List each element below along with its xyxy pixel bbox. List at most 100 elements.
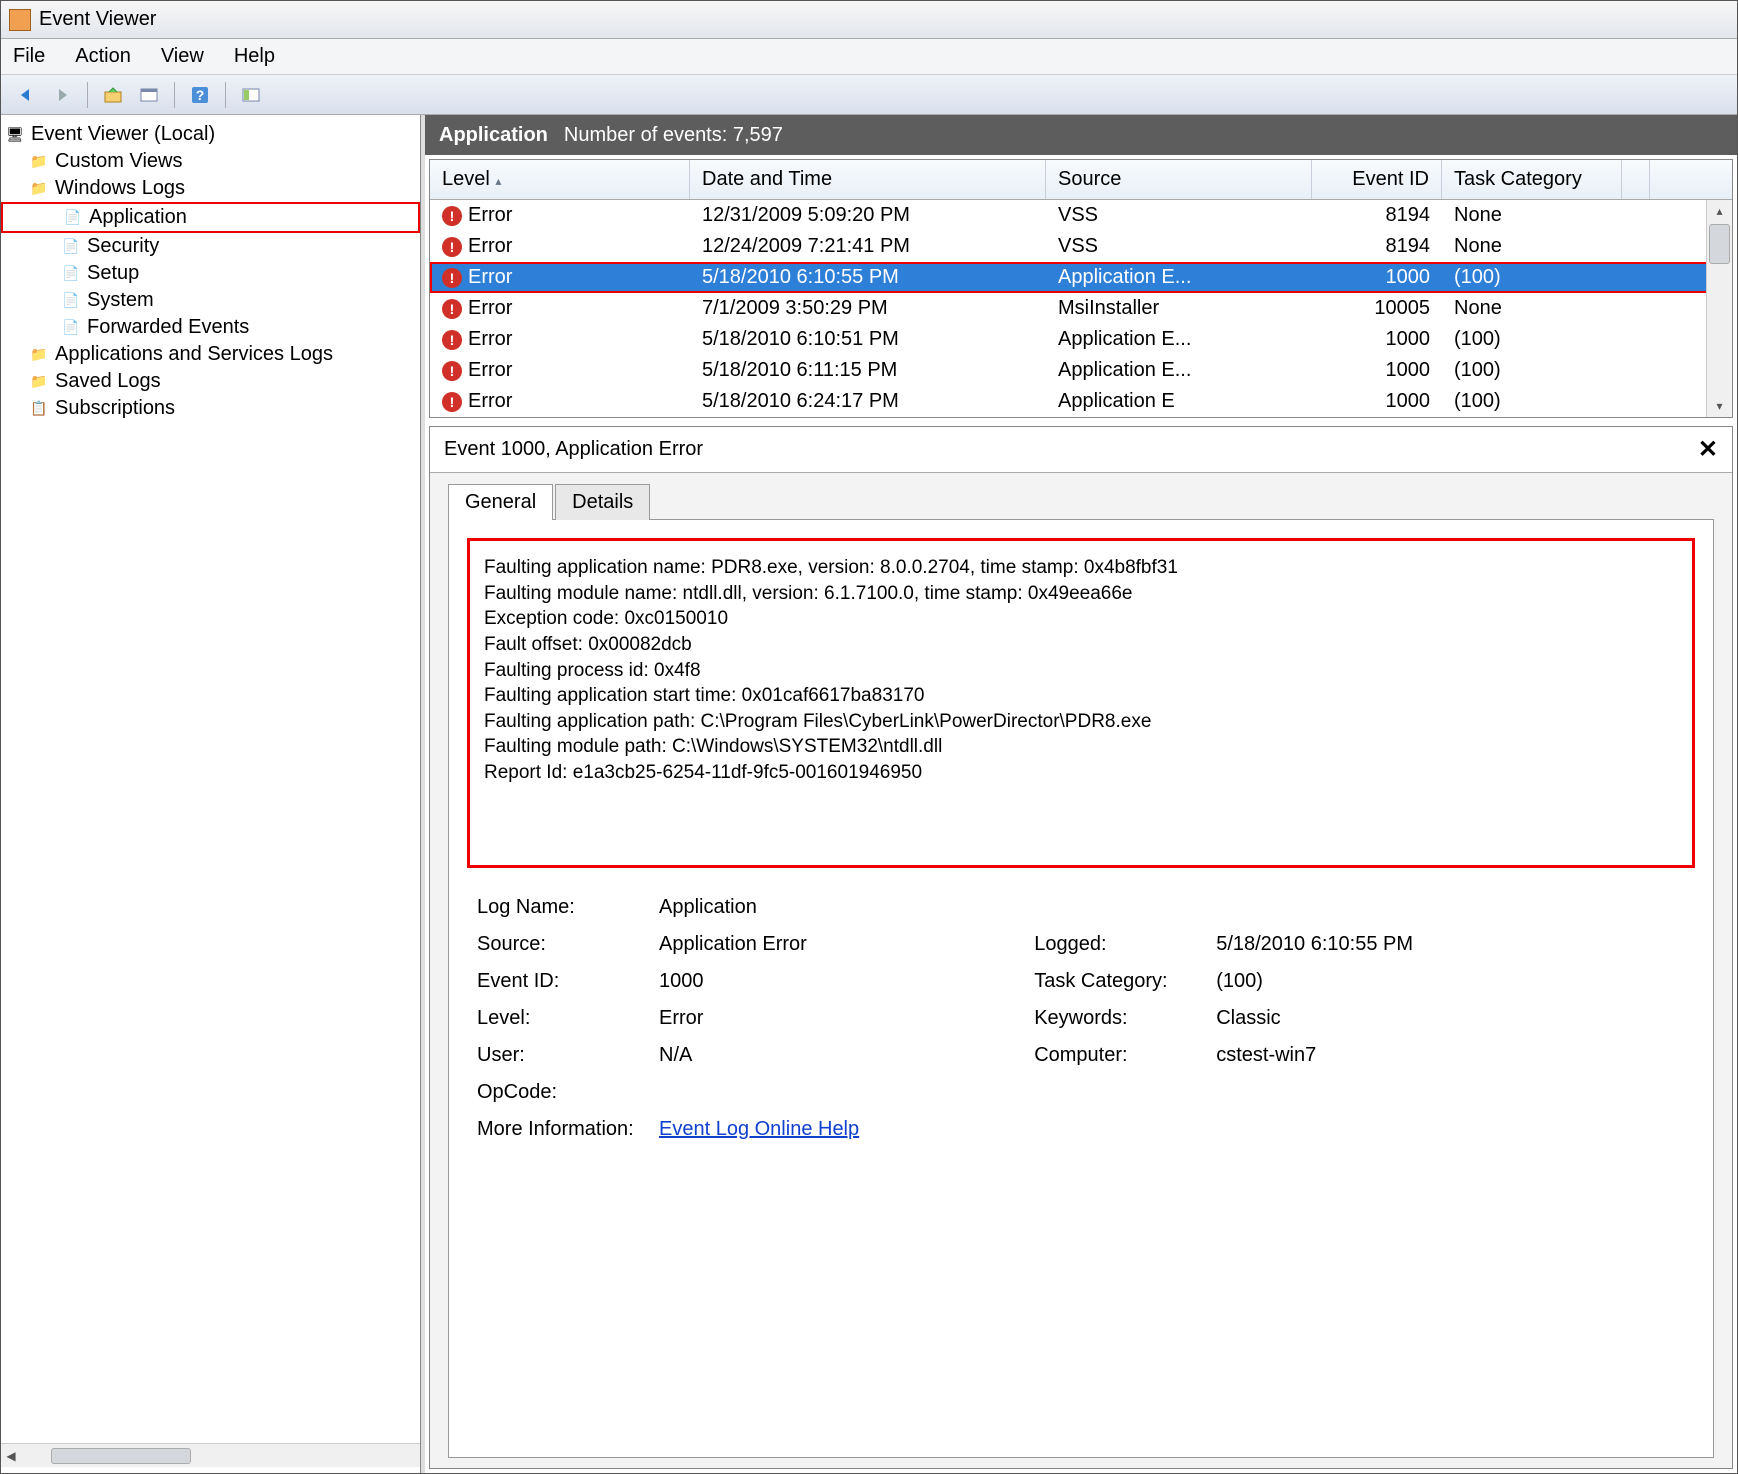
- grid-count: Number of events: 7,597: [564, 124, 783, 147]
- lbl-logname: Log Name:: [469, 890, 649, 925]
- lbl-user: User:: [469, 1038, 649, 1073]
- col-eventid[interactable]: Event ID: [1312, 160, 1442, 199]
- tree-saved-logs[interactable]: 📁Saved Logs: [1, 368, 420, 395]
- menu-view[interactable]: View: [161, 45, 204, 68]
- subscriptions-icon: 📋: [29, 399, 49, 419]
- menu-file[interactable]: File: [13, 45, 45, 68]
- error-icon: !: [442, 330, 462, 350]
- more-info-link[interactable]: Event Log Online Help: [659, 1118, 859, 1140]
- tree-application[interactable]: 📄Application: [1, 202, 420, 233]
- close-icon[interactable]: ✕: [1698, 435, 1718, 464]
- error-icon: !: [442, 206, 462, 226]
- event-viewer-window: Event Viewer File Action View Help ? 🖥Ev…: [0, 0, 1738, 1474]
- tab-general-body: Faulting application name: PDR8.exe, ver…: [448, 519, 1714, 1458]
- col-date[interactable]: Date and Time: [690, 160, 1046, 199]
- lbl-logged: Logged:: [1026, 927, 1206, 962]
- grid-vertical-scrollbar[interactable]: ▴ ▾: [1706, 200, 1732, 417]
- forward-button[interactable]: [47, 81, 77, 109]
- window-controls[interactable]: [1609, 6, 1729, 33]
- val-keywords: Classic: [1208, 1001, 1693, 1036]
- tree-root[interactable]: 🖥Event Viewer (Local): [1, 121, 420, 148]
- val-level: Error: [651, 1001, 1024, 1036]
- log-icon: 📄: [61, 291, 81, 311]
- grid-title: Application: [439, 124, 548, 147]
- col-source[interactable]: Source: [1046, 160, 1312, 199]
- lbl-opcode: OpCode:: [469, 1075, 649, 1110]
- lbl-moreinfo: More Information:: [469, 1112, 649, 1147]
- table-row[interactable]: !Error5/18/2010 6:24:17 PMApplication E1…: [430, 386, 1732, 417]
- computer-icon: 🖥: [5, 125, 25, 145]
- tree-subscriptions[interactable]: 📋Subscriptions: [1, 395, 420, 422]
- svg-text:?: ?: [196, 87, 205, 103]
- tree-forwarded[interactable]: 📄Forwarded Events: [1, 314, 420, 341]
- events-grid: Level ▴ Date and Time Source Event ID Ta…: [429, 159, 1733, 418]
- event-detail-pane: Event 1000, Application Error ✕ General …: [429, 426, 1733, 1469]
- table-row[interactable]: !Error12/31/2009 5:09:20 PMVSS8194None: [430, 200, 1732, 231]
- toolbar: ?: [1, 75, 1737, 115]
- help-button[interactable]: ?: [185, 81, 215, 109]
- col-level[interactable]: Level ▴: [430, 160, 690, 199]
- lbl-source: Source:: [469, 927, 649, 962]
- lbl-computer: Computer:: [1026, 1038, 1206, 1073]
- menu-action[interactable]: Action: [75, 45, 131, 68]
- val-source: Application Error: [651, 927, 1024, 962]
- log-icon: 📄: [61, 237, 81, 257]
- folder-icon: 📁: [29, 372, 49, 392]
- tree-windows-logs[interactable]: 📁Windows Logs: [1, 175, 420, 202]
- lbl-keywords: Keywords:: [1026, 1001, 1206, 1036]
- menu-help[interactable]: Help: [234, 45, 275, 68]
- scroll-down-icon[interactable]: ▾: [1707, 395, 1732, 417]
- action-pane-button[interactable]: [236, 81, 266, 109]
- tree-horizontal-scrollbar[interactable]: ◀: [1, 1443, 420, 1467]
- log-icon: 📄: [63, 208, 83, 228]
- folder-up-button[interactable]: [98, 81, 128, 109]
- val-task: (100): [1208, 964, 1693, 999]
- grid-column-headers[interactable]: Level ▴ Date and Time Source Event ID Ta…: [430, 160, 1732, 200]
- val-computer: cstest-win7: [1208, 1038, 1693, 1073]
- scroll-left-icon[interactable]: ◀: [1, 1446, 21, 1466]
- scroll-up-icon[interactable]: ▴: [1707, 200, 1732, 222]
- val-logged: 5/18/2010 6:10:55 PM: [1208, 927, 1693, 962]
- scrollbar-thumb[interactable]: [51, 1448, 191, 1464]
- tree-security[interactable]: 📄Security: [1, 233, 420, 260]
- grid-body[interactable]: !Error12/31/2009 5:09:20 PMVSS8194None!E…: [430, 200, 1732, 417]
- table-row[interactable]: !Error5/18/2010 6:10:51 PMApplication E.…: [430, 324, 1732, 355]
- titlebar[interactable]: Event Viewer: [1, 1, 1737, 39]
- detail-tabs: General Details: [430, 473, 1732, 519]
- window-title: Event Viewer: [39, 8, 156, 31]
- val-eventid: 1000: [651, 964, 1024, 999]
- detail-header: Event 1000, Application Error ✕: [430, 427, 1732, 473]
- folder-icon: 📁: [29, 152, 49, 172]
- col-task[interactable]: Task Category: [1442, 160, 1622, 199]
- event-properties: Log Name: Application Source: Applicatio…: [467, 888, 1695, 1149]
- lbl-task: Task Category:: [1026, 964, 1206, 999]
- tree-setup[interactable]: 📄Setup: [1, 260, 420, 287]
- tree-custom-views[interactable]: 📁Custom Views: [1, 148, 420, 175]
- navigation-tree[interactable]: 🖥Event Viewer (Local) 📁Custom Views 📁Win…: [1, 115, 421, 1473]
- error-icon: !: [442, 392, 462, 412]
- log-icon: 📄: [61, 318, 81, 338]
- error-icon: !: [442, 299, 462, 319]
- lbl-eventid: Event ID:: [469, 964, 649, 999]
- error-icon: !: [442, 268, 462, 288]
- error-icon: !: [442, 237, 462, 257]
- tree-apps-services[interactable]: 📁Applications and Services Logs: [1, 341, 420, 368]
- table-row[interactable]: !Error12/24/2009 7:21:41 PMVSS8194None: [430, 231, 1732, 262]
- folder-icon: 📁: [29, 345, 49, 365]
- val-opcode: [651, 1075, 1024, 1110]
- error-icon: !: [442, 361, 462, 381]
- menubar: File Action View Help: [1, 39, 1737, 75]
- tab-details[interactable]: Details: [555, 484, 650, 520]
- tree-system[interactable]: 📄System: [1, 287, 420, 314]
- table-row[interactable]: !Error5/18/2010 6:10:55 PMApplication E.…: [430, 262, 1732, 293]
- grid-header-bar: Application Number of events: 7,597: [425, 115, 1737, 155]
- table-row[interactable]: !Error5/18/2010 6:11:15 PMApplication E.…: [430, 355, 1732, 386]
- folder-icon: 📁: [29, 179, 49, 199]
- lbl-level: Level:: [469, 1001, 649, 1036]
- view-props-button[interactable]: [134, 81, 164, 109]
- detail-title: Event 1000, Application Error: [444, 438, 703, 461]
- tab-general[interactable]: General: [448, 484, 553, 520]
- scrollbar-thumb[interactable]: [1709, 224, 1730, 264]
- back-button[interactable]: [11, 81, 41, 109]
- table-row[interactable]: !Error7/1/2009 3:50:29 PMMsiInstaller100…: [430, 293, 1732, 324]
